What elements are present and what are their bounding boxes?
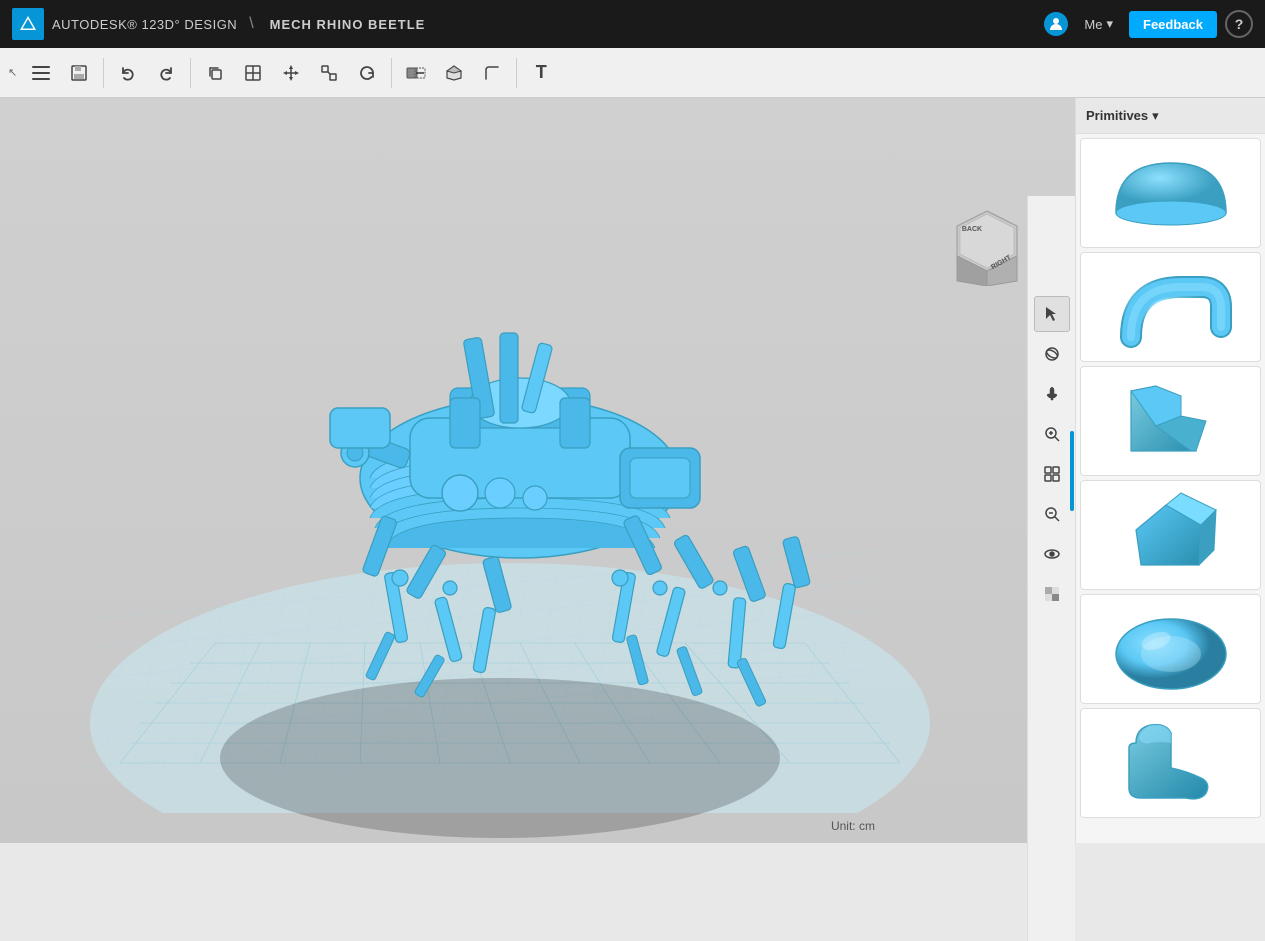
primitive-pentagon-prism[interactable]	[1080, 480, 1261, 590]
transform-button[interactable]	[273, 55, 309, 91]
save-button[interactable]	[61, 55, 97, 91]
right-panel: Primitives ▾	[1075, 98, 1265, 843]
undo-button[interactable]	[110, 55, 146, 91]
view-mode-button[interactable]	[1034, 536, 1070, 572]
copy-button[interactable]	[197, 55, 233, 91]
viewport[interactable]: Unit: cm	[0, 98, 1075, 843]
primitive-half-sphere[interactable]	[1080, 138, 1261, 248]
unit-display: Unit: cm	[831, 819, 875, 833]
rotate-button[interactable]	[349, 55, 385, 91]
divider-2	[190, 58, 191, 88]
divider-4	[516, 58, 517, 88]
3d-model	[100, 138, 940, 843]
fillet-button[interactable]	[474, 55, 510, 91]
pan-tool-button[interactable]	[1034, 376, 1070, 412]
redo-button[interactable]	[148, 55, 184, 91]
divider-3	[391, 58, 392, 88]
panel-header: Primitives ▾	[1076, 98, 1265, 134]
select-tool-button[interactable]	[1034, 296, 1070, 332]
material-button[interactable]	[1034, 576, 1070, 612]
view-tools-panel	[1027, 196, 1075, 941]
view-cube[interactable]: RIGHT BACK	[947, 206, 1027, 286]
app-name: AUTODESK® 123D° DESIGN	[52, 17, 237, 32]
help-button[interactable]: ?	[1225, 10, 1253, 38]
scale-button[interactable]	[311, 55, 347, 91]
separator: \	[249, 15, 253, 33]
header-right: Me ▾ Feedback ?	[1044, 10, 1253, 38]
header: AUTODESK® 123D° DESIGN \ MECH RHINO BEET…	[0, 0, 1265, 48]
project-name: MECH RHINO BEETLE	[270, 17, 426, 32]
autodesk-logo	[12, 8, 44, 40]
user-avatar	[1044, 12, 1068, 36]
svg-text:BACK: BACK	[962, 226, 982, 233]
panel-title: Primitives	[1086, 108, 1148, 123]
primitives-dropdown[interactable]: Primitives ▾	[1086, 108, 1159, 124]
primitive-curved-pipe[interactable]	[1080, 252, 1261, 362]
logo-area: AUTODESK® 123D° DESIGN \ MECH RHINO BEET…	[12, 8, 1044, 40]
menu-button[interactable]	[23, 55, 59, 91]
primitive-oval[interactable]	[1080, 594, 1261, 704]
beetle-body	[330, 333, 811, 707]
toolbar: ↖	[0, 48, 1265, 98]
grid-button[interactable]	[235, 55, 271, 91]
combine-button[interactable]	[398, 55, 434, 91]
cursor-indicator: ↖	[8, 66, 17, 79]
me-button[interactable]: Me ▾	[1076, 12, 1121, 36]
extrude-button[interactable]	[436, 55, 472, 91]
model-shadow	[220, 678, 780, 838]
text-button[interactable]: T	[523, 55, 559, 91]
primitives-list	[1076, 134, 1265, 843]
main-area: Unit: cm RIGHT BACK	[0, 98, 1265, 843]
dropdown-arrow: ▾	[1152, 108, 1159, 124]
primitive-foot-shape[interactable]	[1080, 708, 1261, 818]
scroll-indicator	[1070, 431, 1074, 511]
divider-1	[103, 58, 104, 88]
feedback-button[interactable]: Feedback	[1129, 11, 1217, 38]
orbit-tool-button[interactable]	[1034, 336, 1070, 372]
viewport-background: Unit: cm	[0, 98, 1075, 843]
primitive-l-bracket[interactable]	[1080, 366, 1261, 476]
zoom-extent-button[interactable]	[1034, 496, 1070, 532]
zoom-tool-button[interactable]	[1034, 416, 1070, 452]
fit-tool-button[interactable]	[1034, 456, 1070, 492]
